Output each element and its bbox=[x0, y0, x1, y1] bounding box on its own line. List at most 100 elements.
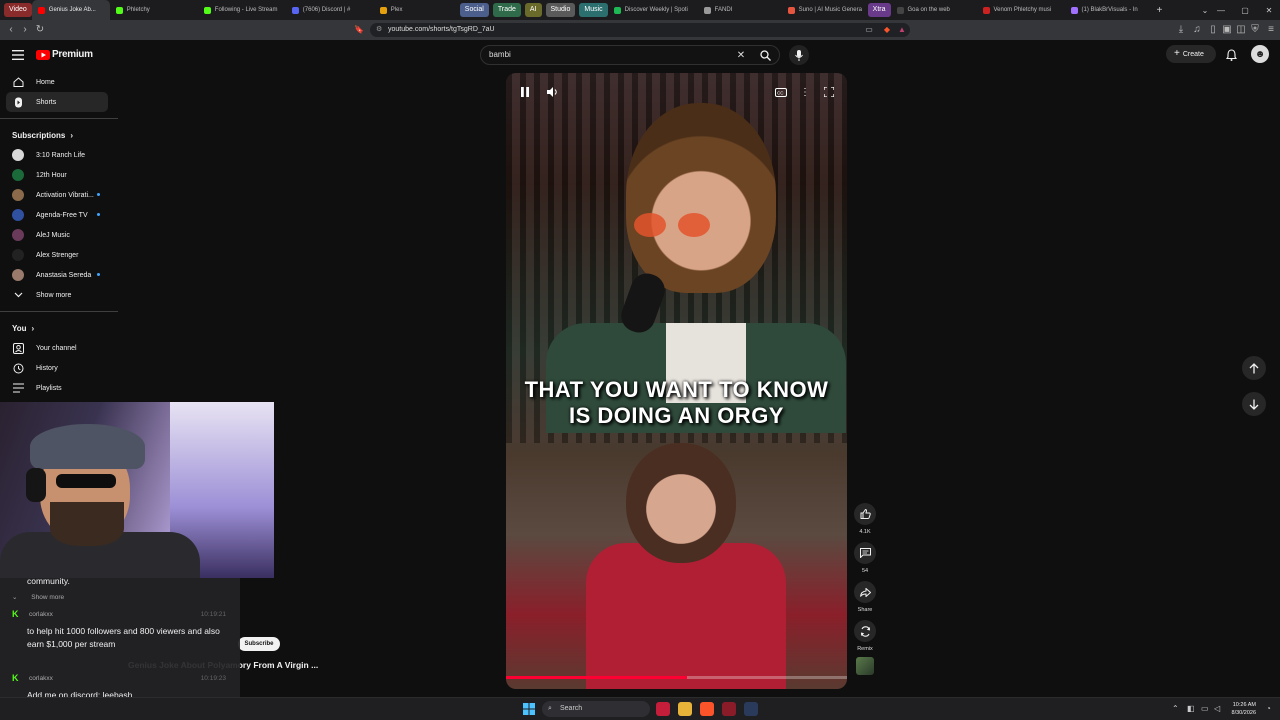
chat-show-more[interactable]: ⌄ Show more bbox=[12, 593, 64, 601]
chat-username[interactable]: corlakxx bbox=[29, 611, 53, 618]
create-button[interactable]: + Create bbox=[1166, 45, 1216, 63]
file-explorer-icon[interactable] bbox=[678, 702, 692, 716]
system-tray-chevron-icon[interactable]: ⌃ bbox=[1172, 704, 1179, 713]
wallet-icon[interactable]: ◫ bbox=[1234, 23, 1248, 37]
voice-search-icon[interactable] bbox=[789, 45, 809, 65]
subscribe-button[interactable]: Subscribe bbox=[238, 637, 280, 651]
minimize-icon[interactable]: — bbox=[1210, 0, 1232, 20]
sidebar-item-your-channel[interactable]: Your channel bbox=[0, 338, 118, 358]
sidebar-item-sub-3[interactable]: Agenda-Free TV bbox=[0, 205, 118, 225]
maximize-icon[interactable]: ▢ bbox=[1234, 0, 1256, 20]
bookmark-icon[interactable]: 🔖 bbox=[352, 23, 366, 37]
video-progress-bar[interactable] bbox=[506, 676, 847, 679]
extensions-icon[interactable]: ▣ bbox=[1220, 23, 1234, 37]
share-button[interactable]: Share bbox=[854, 581, 876, 613]
clear-search-icon[interactable]: ✕ bbox=[732, 46, 750, 64]
fullscreen-icon[interactable] bbox=[821, 84, 837, 100]
reload-icon[interactable]: ↻ bbox=[33, 23, 47, 37]
sidebar-item-sub-1[interactable]: 12th Hour bbox=[0, 165, 118, 185]
shorts-video-player[interactable]: THAT YOU WANT TO KNOW IS DOING AN ORGY C… bbox=[506, 73, 847, 689]
forward-icon[interactable]: › bbox=[18, 23, 32, 37]
share-label: Share bbox=[857, 607, 873, 613]
brave-rewards-icon[interactable]: ▲ bbox=[895, 23, 909, 37]
tab-group-social[interactable]: Social bbox=[459, 3, 489, 17]
brave-browser-icon[interactable] bbox=[700, 702, 714, 716]
tab-discord[interactable]: (7606) Discord | # bbox=[286, 0, 374, 20]
sidebar-item-sub-4[interactable]: AleJ Music bbox=[0, 225, 118, 245]
like-button[interactable]: 4.1K bbox=[854, 503, 876, 535]
sidebar-show-more[interactable]: Show more bbox=[0, 285, 118, 305]
more-options-icon[interactable]: ⋮ bbox=[797, 84, 813, 100]
volume-icon[interactable] bbox=[544, 84, 560, 100]
pause-icon[interactable] bbox=[517, 84, 533, 100]
tab-label: Genius Joke Ab... bbox=[48, 7, 96, 13]
youtube-play-icon bbox=[36, 49, 50, 60]
tab-group-video[interactable]: Video bbox=[4, 3, 32, 17]
chat-timestamp: 10:19:23 bbox=[200, 675, 226, 682]
sidebar-item-sub-5[interactable]: Alex Strenger bbox=[0, 245, 118, 265]
address-bar[interactable]: ⚙ youtube.com/shorts/tgTsgRD_7aU bbox=[370, 23, 910, 37]
tab-group-trade[interactable]: Trade bbox=[492, 3, 521, 17]
media-icon[interactable]: ♫ bbox=[1190, 23, 1204, 37]
taskbar-search[interactable]: ⌕ Search bbox=[542, 701, 650, 717]
notifications-bell-icon[interactable] bbox=[1222, 46, 1240, 64]
network-icon[interactable]: ▭ bbox=[1201, 704, 1209, 713]
tab-suno[interactable]: Suno | AI Music Genera bbox=[782, 0, 864, 20]
system-clock[interactable]: 10:26 AM 8/30/2026 bbox=[1232, 701, 1256, 717]
menu-icon[interactable]: ≡ bbox=[1264, 23, 1278, 37]
sidebar-item-home[interactable]: Home bbox=[0, 72, 118, 92]
brave-shields-icon[interactable]: ◆ bbox=[880, 23, 894, 37]
tab-plex[interactable]: Plex bbox=[374, 0, 456, 20]
back-icon[interactable]: ‹ bbox=[4, 23, 18, 37]
chat-username[interactable]: corlakxx bbox=[29, 675, 53, 682]
next-short-button[interactable] bbox=[1242, 392, 1266, 416]
tab-active-youtube[interactable]: Genius Joke Ab... bbox=[31, 0, 110, 20]
tab-phletchy[interactable]: Phletchy bbox=[110, 0, 198, 20]
remix-button[interactable]: Remix bbox=[854, 620, 876, 652]
cast-icon[interactable]: ▭ bbox=[862, 23, 876, 37]
tab-goa[interactable]: Goa on the web bbox=[891, 0, 977, 20]
previous-short-button[interactable] bbox=[1242, 356, 1266, 380]
notification-center-icon[interactable]: ◔ bbox=[1266, 704, 1271, 713]
windows-start-icon[interactable] bbox=[523, 702, 535, 720]
new-tab-icon[interactable]: + bbox=[1157, 5, 1163, 16]
sidebar-item-playlists[interactable]: Playlists bbox=[0, 378, 118, 398]
account-avatar[interactable]: ☻ bbox=[1251, 45, 1269, 63]
sidebar-toggle-icon[interactable]: ▯ bbox=[1206, 23, 1220, 37]
volume-tray-icon[interactable]: ◁ bbox=[1214, 704, 1220, 713]
tab-blakbr[interactable]: (1) BlakBrVisuals - In bbox=[1065, 0, 1153, 20]
downloads-icon[interactable]: ⤓ bbox=[1174, 23, 1188, 37]
sidebar-item-sub-6[interactable]: Anastasia Sereda bbox=[0, 265, 118, 285]
steam-icon[interactable] bbox=[744, 702, 758, 716]
video-frame-audience-member bbox=[626, 443, 736, 563]
guide-menu-icon[interactable] bbox=[9, 46, 27, 64]
subscriptions-heading[interactable]: Subscriptions › bbox=[0, 125, 118, 145]
captions-icon[interactable]: CC bbox=[773, 84, 789, 100]
comments-button[interactable]: 54 bbox=[854, 542, 876, 574]
sound-thumbnail[interactable] bbox=[856, 657, 874, 675]
sidebar-item-history[interactable]: History bbox=[0, 358, 118, 378]
tab-group-studio[interactable]: Studio bbox=[545, 3, 576, 17]
tab-spotify[interactable]: Discover Weekly | Spoti bbox=[608, 0, 698, 20]
search-icon[interactable] bbox=[756, 46, 774, 64]
tab-group-ai[interactable]: AI bbox=[524, 3, 542, 17]
channel-avatar bbox=[12, 189, 24, 201]
site-info-icon[interactable]: ⚙ bbox=[376, 23, 382, 37]
vpn-icon[interactable]: ⛨ bbox=[1248, 23, 1262, 37]
tray-app-icon[interactable]: ◧ bbox=[1187, 704, 1195, 713]
tab-fandi[interactable]: FANDI bbox=[698, 0, 782, 20]
tab-venom[interactable]: Venom Phletchy musi bbox=[977, 0, 1065, 20]
taskbar-app-icon[interactable] bbox=[722, 702, 736, 716]
sidebar-item-sub-0[interactable]: 3:10 Ranch Life bbox=[0, 145, 118, 165]
taskbar-app-icon[interactable] bbox=[656, 702, 670, 716]
close-window-icon[interactable]: ✕ bbox=[1258, 0, 1280, 20]
arrow-up-icon bbox=[1249, 362, 1259, 373]
sidebar-item-sub-2[interactable]: Activation Vibrati... bbox=[0, 185, 118, 205]
youtube-logo[interactable]: Premium bbox=[36, 49, 93, 60]
tab-group-xtra[interactable]: Xtra bbox=[867, 3, 891, 17]
tab-group-music[interactable]: Music bbox=[579, 3, 608, 17]
caption-line-2: IS DOING AN ORGY bbox=[569, 403, 784, 428]
sidebar-item-shorts[interactable]: Shorts bbox=[6, 92, 108, 112]
you-heading[interactable]: You › bbox=[0, 318, 118, 338]
tab-following[interactable]: Following - Live Stream bbox=[198, 0, 286, 20]
